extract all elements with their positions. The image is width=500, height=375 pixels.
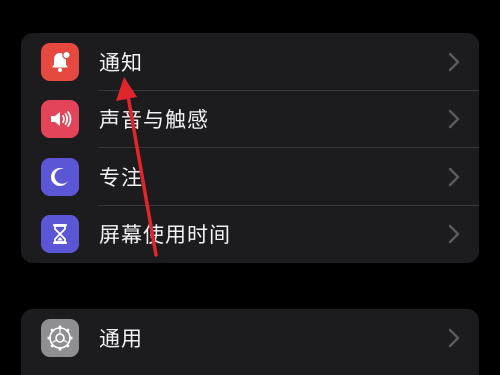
settings-row-label: 声音与触感 — [99, 108, 209, 133]
settings-row-label: 专注 — [99, 165, 143, 190]
settings-row-notifications[interactable]: 通知 — [21, 33, 479, 91]
chevron-right-icon — [448, 167, 460, 186]
chevron-right-icon — [448, 52, 460, 71]
gear-icon — [41, 318, 79, 357]
chevron-right-icon — [448, 225, 460, 244]
settings-group-1: 通知 声音与触感 专注 屏幕使用时间 — [21, 33, 479, 263]
settings-row-screen-time[interactable]: 屏幕使用时间 — [21, 206, 479, 264]
settings-group-2: 通用 — [21, 309, 479, 375]
chevron-right-icon — [448, 110, 460, 129]
settings-row-label: 通用 — [99, 326, 143, 351]
hourglass-icon — [41, 215, 79, 254]
settings-row-sounds[interactable]: 声音与触感 — [21, 91, 479, 148]
bell-icon — [41, 42, 79, 81]
settings-screen: 通知 声音与触感 专注 屏幕使用时间 通用 — [0, 0, 500, 375]
settings-row-label: 通知 — [99, 50, 143, 75]
settings-row-general[interactable]: 通用 — [21, 309, 479, 367]
settings-row-focus[interactable]: 专注 — [21, 148, 479, 206]
speaker-icon — [41, 100, 79, 139]
chevron-right-icon — [448, 328, 460, 347]
settings-row-label: 屏幕使用时间 — [99, 223, 231, 248]
moon-icon — [41, 157, 79, 196]
